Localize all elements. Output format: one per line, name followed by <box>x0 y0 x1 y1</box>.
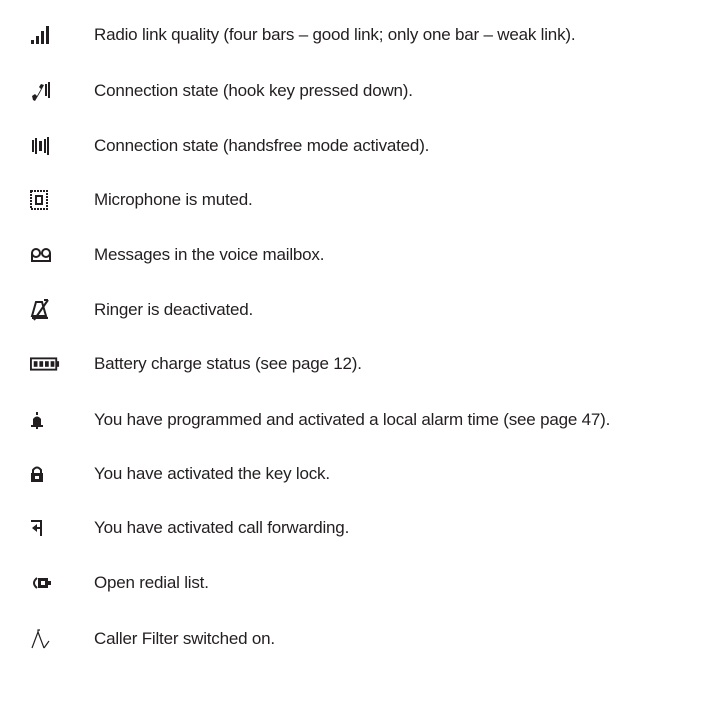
legend-row: You have programmed and activated a loca… <box>0 400 725 440</box>
voicemail-icon <box>30 235 60 275</box>
legend-row: Connection state (hook key pressed down)… <box>0 71 725 111</box>
legend-text: You have programmed and activated a loca… <box>94 410 611 429</box>
legend-text: Connection state (handsfree mode activat… <box>94 136 430 155</box>
legend-row: Connection state (handsfree mode activat… <box>0 126 725 166</box>
signal-bars-icon <box>30 15 60 55</box>
legend-row: Caller Filter switched on. <box>0 619 725 659</box>
legend-row: You have activated the key lock. <box>0 454 725 494</box>
legend-text: Connection state (hook key pressed down)… <box>94 81 413 100</box>
legend-text: You have activated call forwarding. <box>94 518 350 537</box>
key-lock-icon <box>30 454 60 494</box>
legend-text: Radio link quality (four bars – good lin… <box>94 25 576 44</box>
mute-microphone-icon <box>30 180 60 220</box>
legend-text: Caller Filter switched on. <box>94 629 275 648</box>
legend-text: Microphone is muted. <box>94 190 253 209</box>
legend-row: Ringer is deactivated. <box>0 290 725 330</box>
legend-text: Messages in the voice mailbox. <box>94 245 325 264</box>
battery-icon <box>30 344 60 384</box>
ringer-off-icon <box>30 290 60 330</box>
handset-hook-icon <box>30 71 60 111</box>
legend-row: Open redial list. <box>0 563 725 603</box>
call-forwarding-icon <box>30 508 60 548</box>
legend-row: Battery charge status (see page 12). <box>0 344 725 384</box>
legend-text: Open redial list. <box>94 573 209 592</box>
caller-filter-icon <box>30 619 60 659</box>
legend-row: Microphone is muted. <box>0 180 725 220</box>
redial-list-icon <box>30 563 60 603</box>
alarm-icon <box>30 400 60 440</box>
legend-text: Ringer is deactivated. <box>94 300 254 319</box>
legend-row: Messages in the voice mailbox. <box>0 235 725 275</box>
legend-text: Battery charge status (see page 12). <box>94 354 362 373</box>
icon-legend: Radio link quality (four bars – good lin… <box>0 0 725 725</box>
legend-row: You have activated call forwarding. <box>0 508 725 548</box>
handsfree-icon <box>30 126 60 166</box>
legend-text: You have activated the key lock. <box>94 464 330 483</box>
legend-row: Radio link quality (four bars – good lin… <box>0 15 725 55</box>
